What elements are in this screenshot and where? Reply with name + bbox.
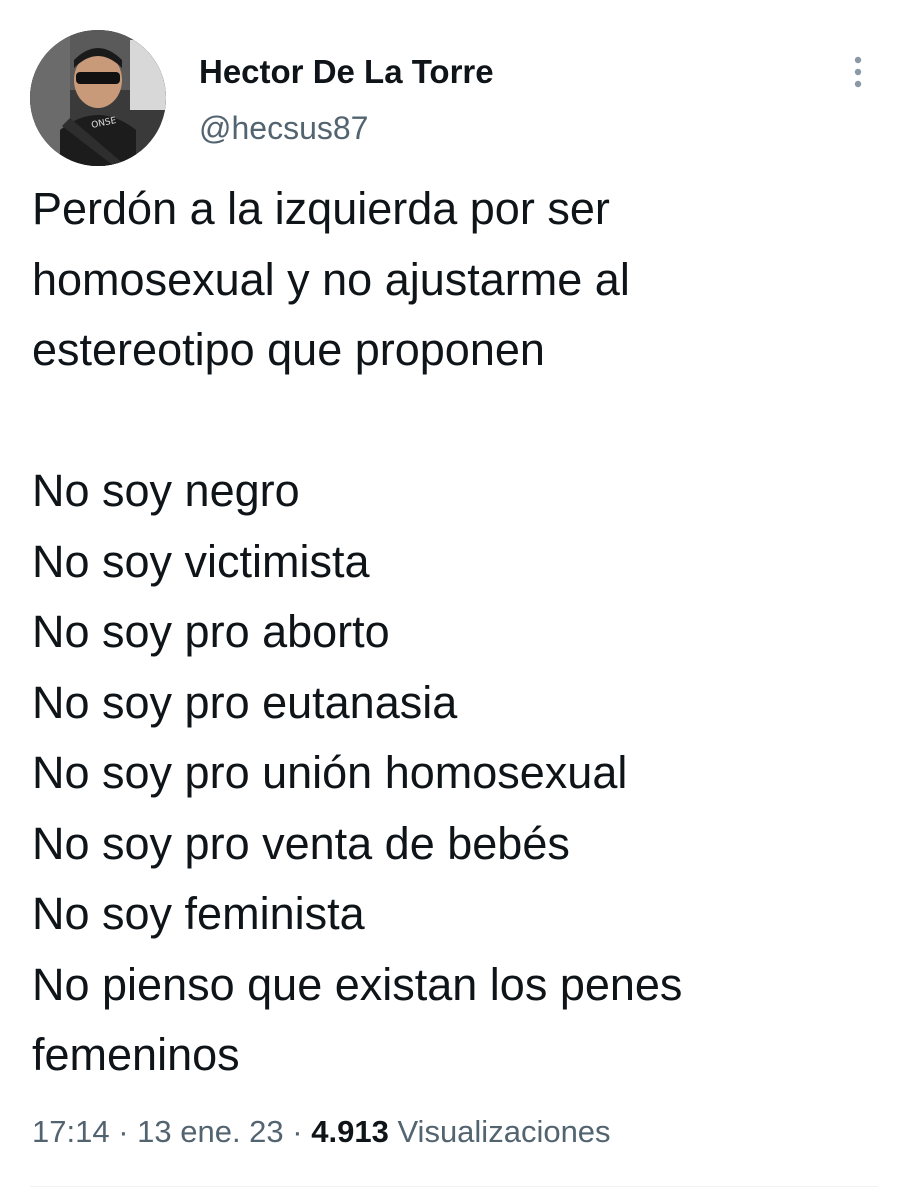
meta-separator: · — [283, 1114, 312, 1149]
avatar[interactable]: ONSE — [30, 30, 166, 166]
user-handle[interactable]: @hecsus87 — [199, 108, 368, 148]
divider — [30, 1186, 878, 1187]
more-options-button[interactable] — [838, 44, 878, 100]
display-name[interactable]: Hector De La Torre — [199, 52, 494, 92]
tweet-text: Perdón a la izquierda por ser homosexual… — [32, 183, 683, 1080]
views-label: Visualizaciones — [397, 1114, 611, 1149]
tweet-time[interactable]: 17:14 — [32, 1114, 110, 1149]
avatar-image: ONSE — [30, 30, 166, 166]
views-count: 4.913 — [311, 1114, 389, 1149]
tweet-meta: 17:14 · 13 ene. 23 · 4.913 Visualizacion… — [32, 1110, 611, 1154]
more-vertical-icon — [854, 56, 862, 88]
meta-separator: · — [109, 1114, 138, 1149]
tweet-container: ONSE Hector De La Torre @hecsus87 Perdón… — [0, 0, 908, 1200]
tweet-date[interactable]: 13 ene. 23 — [137, 1114, 284, 1149]
